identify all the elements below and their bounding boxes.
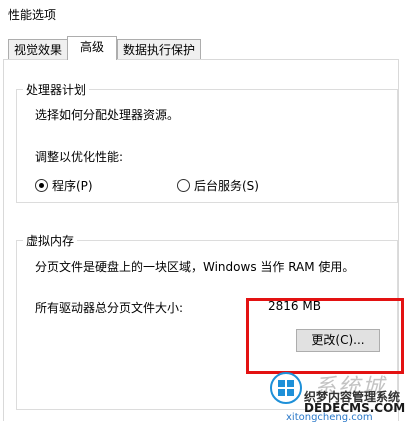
programs-radio[interactable] <box>35 179 48 192</box>
tab-data-execution-prevention[interactable]: 数据执行保护 <box>117 39 201 59</box>
highlight-box <box>246 298 404 374</box>
tab-strip: 视觉效果 高级 数据执行保护 <box>0 36 409 60</box>
background-services-radio-label[interactable]: 后台服务(S) <box>194 177 259 194</box>
watermark: 系统城 织梦内容管理系统 DEDECMS.COM xitongcheng.com <box>268 368 409 423</box>
processor-scheduling-description: 选择如何分配处理器资源。 <box>35 108 180 122</box>
tab-advanced[interactable]: 高级 <box>67 36 117 60</box>
tab-visual-effects[interactable]: 视觉效果 <box>8 39 68 59</box>
optimize-performance-label: 调整以优化性能: <box>35 150 124 164</box>
processor-scheduling-label: 处理器计划 <box>23 81 90 98</box>
total-paging-file-label: 所有驱动器总分页文件大小: <box>35 301 184 315</box>
virtual-memory-description: 分页文件是硬盘上的一块区域，Windows 当作 RAM 使用。 <box>35 260 355 274</box>
watermark-site: xitongcheng.com <box>286 412 373 423</box>
title-bar: 性能选项 <box>0 0 409 32</box>
background-services-radio[interactable] <box>177 179 190 192</box>
programs-radio-label[interactable]: 程序(P) <box>52 177 93 194</box>
window-title: 性能选项 <box>8 8 57 22</box>
windows-logo-icon <box>270 372 302 404</box>
virtual-memory-label: 虚拟内存 <box>23 232 78 249</box>
